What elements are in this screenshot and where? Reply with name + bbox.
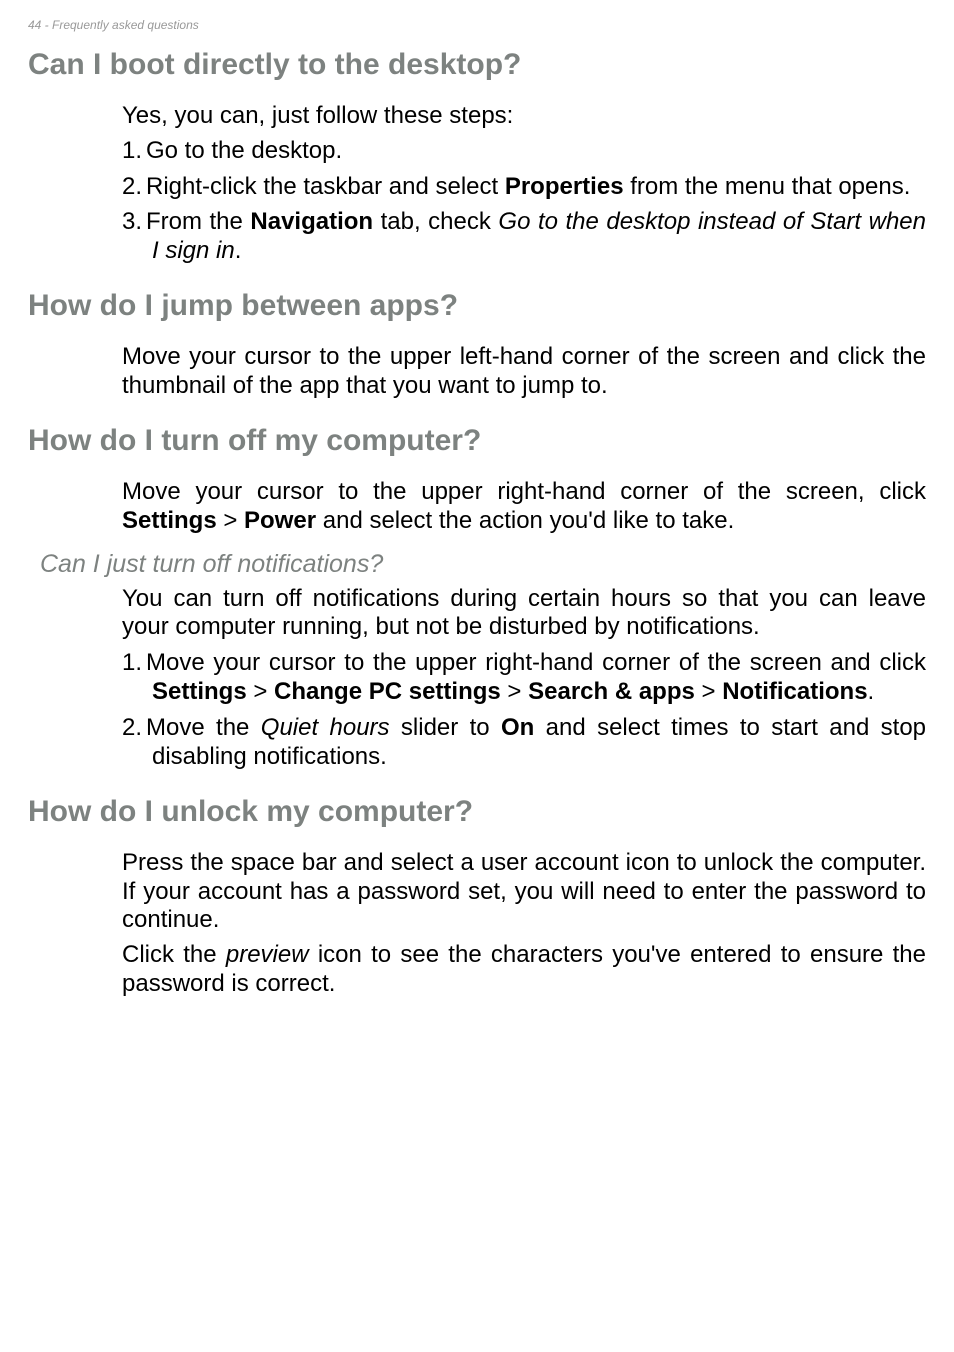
body-paragraph: You can turn off notifications during ce… xyxy=(122,585,926,643)
subsection-body: You can turn off notifications during ce… xyxy=(122,585,926,643)
step-item: Right-click the taskbar and select Prope… xyxy=(122,172,926,201)
paragraph-group: Move your cursor to the upper right-hand… xyxy=(28,478,926,536)
step-item: Move your cursor to the upper right-hand… xyxy=(122,648,926,707)
paragraph-group: You can turn off notifications during ce… xyxy=(122,585,926,643)
faq-section-boot-desktop: Can I boot directly to the desktop? Yes,… xyxy=(28,46,926,265)
faq-section-jump-apps: How do I jump between apps? Move your cu… xyxy=(28,287,926,400)
body-paragraph: Move your cursor to the upper right-hand… xyxy=(122,478,926,536)
page-header: 44 - Frequently asked questions xyxy=(28,18,926,32)
body-paragraph: Click the preview icon to see the charac… xyxy=(122,941,926,999)
subsection-heading: Can I just turn off notifications? xyxy=(40,550,926,579)
faq-section-unlock: How do I unlock my computer? Press the s… xyxy=(28,793,926,998)
faq-section-turn-off: How do I turn off my computer? Move your… xyxy=(28,422,926,771)
step-item: Move the Quiet hours slider to On and se… xyxy=(122,713,926,772)
paragraph-group: Move your cursor to the upper left-hand … xyxy=(28,343,926,401)
paragraph-group: Press the space bar and select a user ac… xyxy=(28,849,926,999)
step-item: From the Navigation tab, check Go to the… xyxy=(122,207,926,266)
step-item: Go to the desktop. xyxy=(122,136,926,165)
body-paragraph: Press the space bar and select a user ac… xyxy=(122,849,926,935)
body-paragraph: Move your cursor to the upper left-hand … xyxy=(122,343,926,401)
section-heading: How do I turn off my computer? xyxy=(28,422,926,460)
section-heading: Can I boot directly to the desktop? xyxy=(28,46,926,84)
document-page: 44 - Frequently asked questions Can I bo… xyxy=(0,0,954,1061)
intro-text: Yes, you can, just follow these steps: xyxy=(122,102,926,131)
section-heading: How do I jump between apps? xyxy=(28,287,926,325)
step-list: Move your cursor to the upper right-hand… xyxy=(122,648,926,771)
section-heading: How do I unlock my computer? xyxy=(28,793,926,831)
step-list: Go to the desktop. Right-click the taskba… xyxy=(122,136,926,265)
